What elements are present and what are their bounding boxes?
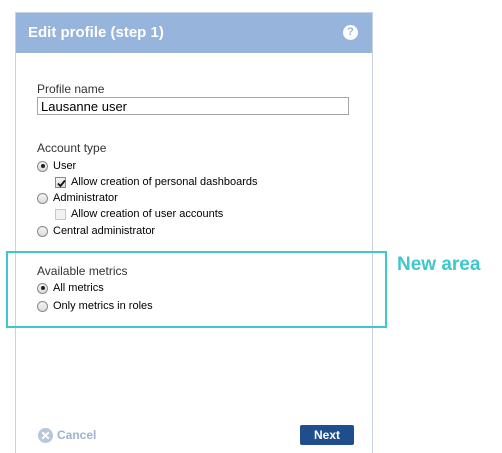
account-type-label: Account type: [37, 141, 107, 155]
radio-central-administrator-label: Central administrator: [53, 225, 156, 237]
radio-user-control[interactable]: [37, 160, 48, 172]
dialog-header: Edit profile (step 1) ?: [16, 13, 372, 53]
checkbox-personal-dashboards-label: Allow creation of personal dashboards: [71, 176, 258, 188]
radio-administrator-control[interactable]: [37, 192, 48, 204]
radio-user-label: User: [53, 160, 77, 172]
screenshot-stage: Edit profile (step 1) ? Profile name Acc…: [0, 0, 502, 453]
profile-name-label: Profile name: [37, 82, 105, 96]
cancel-button[interactable]: Cancel: [38, 427, 96, 443]
radio-user[interactable]: User: [37, 159, 76, 173]
checkbox-user-accounts-control[interactable]: [55, 208, 66, 220]
radio-central-administrator-control[interactable]: [37, 225, 48, 237]
checkbox-user-accounts-label: Allow creation of user accounts: [71, 208, 224, 220]
next-button[interactable]: Next: [300, 425, 354, 445]
dialog-title: Edit profile (step 1): [28, 24, 164, 41]
checkbox-user-accounts[interactable]: Allow creation of user accounts: [55, 207, 223, 221]
checkbox-personal-dashboards-control[interactable]: [55, 176, 66, 188]
new-area-highlight-box: [6, 251, 387, 328]
radio-central-administrator[interactable]: Central administrator: [37, 224, 155, 238]
cancel-label: Cancel: [57, 428, 97, 442]
checkmark-icon: [57, 179, 66, 187]
help-icon[interactable]: ?: [343, 25, 358, 40]
new-area-annotation: New area: [397, 254, 481, 275]
edit-profile-dialog: Edit profile (step 1) ? Profile name Acc…: [15, 12, 373, 453]
checkbox-personal-dashboards[interactable]: Allow creation of personal dashboards: [55, 175, 258, 189]
radio-administrator-label: Administrator: [53, 192, 118, 204]
radio-administrator[interactable]: Administrator: [37, 191, 118, 205]
profile-name-input[interactable]: [37, 97, 349, 115]
cancel-x-circle-icon: [38, 427, 53, 443]
